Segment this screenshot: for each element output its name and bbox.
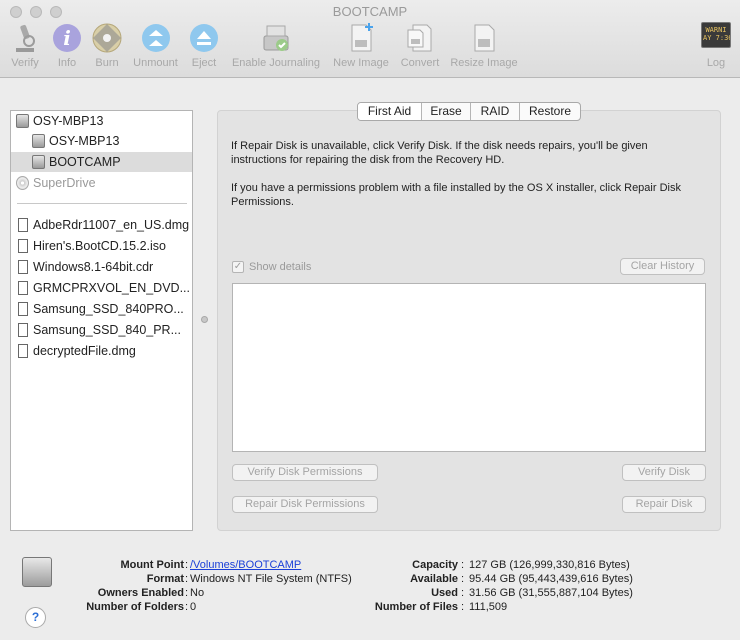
verify-disk-button[interactable]: Verify Disk bbox=[622, 464, 706, 481]
show-details-label: Show details bbox=[249, 261, 312, 273]
disk-image-file-icon bbox=[18, 260, 28, 274]
info-label: Format bbox=[146, 573, 184, 585]
new-image-icon bbox=[351, 23, 373, 52]
sidebar-item-bootcamp[interactable]: BOOTCAMP bbox=[11, 152, 192, 172]
split-view-handle[interactable] bbox=[201, 316, 208, 323]
info-label: Used bbox=[431, 587, 458, 599]
window-toolbar: BOOTCAMP Verify i Info Burn Unmount Ejec… bbox=[0, 0, 740, 78]
svg-text:i: i bbox=[63, 26, 71, 50]
info-label: Number of Files bbox=[374, 601, 458, 613]
journaling-icon bbox=[263, 25, 289, 51]
microscope-icon bbox=[16, 24, 35, 52]
info-label: Capacity bbox=[412, 559, 458, 571]
capacity-value: 127 GB (126,999,330,816 Bytes) bbox=[469, 559, 630, 571]
available-value: 95.44 GB (95,443,439,616 Bytes) bbox=[469, 573, 633, 585]
enable-journaling-toolbar-button[interactable]: Enable Journaling bbox=[226, 22, 326, 74]
info-label: Available bbox=[410, 573, 458, 585]
log-toolbar-button[interactable]: WARNI AY 7:36 Log bbox=[697, 22, 735, 74]
info-label: Number of Folders bbox=[86, 601, 184, 613]
unmount-toolbar-button[interactable]: Unmount bbox=[128, 22, 183, 74]
disk-image-file-icon bbox=[18, 218, 28, 232]
mount-point-link[interactable]: /Volumes/BOOTCAMP bbox=[190, 559, 301, 571]
superdrive-icon bbox=[16, 176, 29, 190]
volume-icon bbox=[32, 155, 45, 169]
console-log-icon: WARNI AY 7:36 bbox=[701, 22, 731, 48]
first-aid-instructions: If Repair Disk is unavailable, click Ver… bbox=[231, 140, 648, 166]
info-label: Owners Enabled bbox=[97, 587, 184, 599]
details-log-area[interactable] bbox=[232, 283, 706, 452]
disk-image-file-icon bbox=[18, 323, 28, 337]
sidebar-item-volume[interactable]: OSY-MBP13 bbox=[11, 131, 192, 151]
repair-disk-permissions-button[interactable]: Repair Disk Permissions bbox=[232, 496, 378, 513]
burn-disc-icon bbox=[92, 23, 122, 53]
verify-toolbar-button[interactable]: Verify bbox=[4, 22, 46, 74]
show-details-checkbox[interactable]: ✓ bbox=[232, 261, 244, 273]
used-value: 31.56 GB (31,555,887,104 Bytes) bbox=[469, 587, 633, 599]
tab-bar: First Aid Erase RAID Restore bbox=[357, 102, 581, 121]
new-image-toolbar-button[interactable]: New Image bbox=[328, 22, 394, 74]
volume-icon bbox=[32, 134, 45, 148]
tab-restore[interactable]: Restore bbox=[520, 103, 580, 120]
folders-value: 0 bbox=[190, 601, 197, 613]
tab-first-aid[interactable]: First Aid bbox=[358, 103, 422, 120]
eject-icon bbox=[190, 24, 218, 52]
convert-icon bbox=[407, 24, 432, 52]
info-toolbar-button[interactable]: i Info bbox=[48, 22, 86, 74]
mount-point-value[interactable]: /Volumes/BOOTCAMP bbox=[190, 558, 301, 572]
clear-history-button[interactable]: Clear History bbox=[620, 258, 705, 275]
device-sidebar: OSY-MBP13 OSY-MBP13 BOOTCAMP SuperDrive … bbox=[10, 110, 193, 531]
tab-raid[interactable]: RAID bbox=[471, 103, 520, 120]
hard-disk-icon bbox=[16, 114, 29, 128]
sidebar-file-item[interactable]: Windows8.1-64bit.cdr bbox=[11, 257, 192, 277]
sidebar-divider bbox=[17, 203, 187, 204]
sidebar-file-item[interactable]: Samsung_SSD_840_PR... bbox=[11, 320, 192, 340]
permissions-instructions: If you have a permissions problem with a… bbox=[231, 182, 681, 208]
eject-toolbar-button[interactable]: Eject bbox=[185, 22, 223, 74]
convert-toolbar-button[interactable]: Convert bbox=[396, 22, 444, 74]
unmount-icon bbox=[141, 24, 170, 52]
disk-image-file-icon bbox=[18, 344, 28, 358]
sidebar-file-item[interactable]: decryptedFile.dmg bbox=[11, 341, 192, 361]
sidebar-item-disk[interactable]: OSY-MBP13 bbox=[11, 111, 192, 131]
resize-image-toolbar-button[interactable]: Resize Image bbox=[446, 22, 522, 74]
info-label: Mount Point bbox=[120, 559, 184, 571]
tab-erase[interactable]: Erase bbox=[422, 103, 471, 120]
repair-disk-button[interactable]: Repair Disk bbox=[622, 496, 706, 513]
info-icon: i bbox=[53, 24, 81, 52]
owners-enabled-value: No bbox=[190, 587, 205, 599]
sidebar-file-item[interactable]: GRMCPRXVOL_EN_DVD... bbox=[11, 278, 192, 298]
verify-disk-permissions-button[interactable]: Verify Disk Permissions bbox=[232, 464, 378, 481]
disk-image-file-icon bbox=[18, 302, 28, 316]
disk-image-file-icon bbox=[18, 239, 28, 253]
sidebar-file-item[interactable]: AdbeRdr11007_en_US.dmg bbox=[11, 215, 192, 235]
files-value: 111,509 bbox=[469, 601, 508, 613]
disk-image-file-icon bbox=[18, 281, 28, 295]
burn-toolbar-button[interactable]: Burn bbox=[88, 22, 126, 74]
window-title: BOOTCAMP bbox=[332, 4, 408, 19]
resize-image-icon bbox=[474, 24, 495, 52]
sidebar-item-superdrive[interactable]: SuperDrive bbox=[11, 173, 192, 193]
sidebar-file-item[interactable]: Hiren's.BootCD.15.2.iso bbox=[11, 236, 192, 256]
sidebar-file-item[interactable]: Samsung_SSD_840PRO... bbox=[11, 299, 192, 319]
